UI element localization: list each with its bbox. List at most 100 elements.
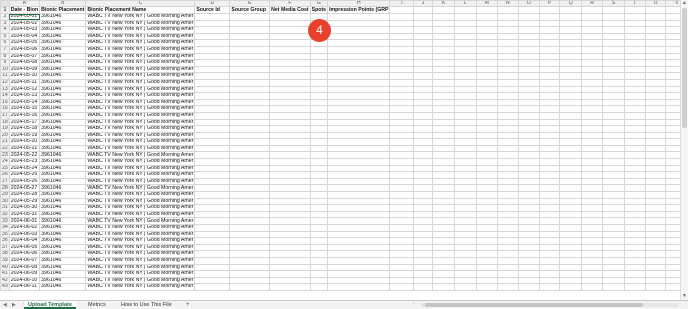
cell[interactable] [413,39,433,47]
cell[interactable]: 2024-05-27 [8,184,41,193]
cell[interactable] [517,118,540,127]
cell[interactable]: 3961046 [39,276,87,285]
cell[interactable] [475,230,499,239]
cell[interactable] [623,191,646,199]
cell[interactable] [580,26,604,34]
cell[interactable] [229,250,271,258]
cell[interactable] [413,92,433,100]
cell[interactable] [413,111,433,120]
cell[interactable]: WABC TV New York NY | Good Morning Amer [85,65,196,74]
cell[interactable] [644,78,667,87]
cell[interactable] [431,13,456,21]
cell[interactable] [475,92,499,100]
cell[interactable]: 2024-06-10 [8,276,41,285]
cell[interactable]: WABC TV New York NY | Good Morning Amer [85,217,196,225]
cell[interactable] [475,125,499,133]
row-number[interactable]: 20 [0,131,10,140]
vertical-scroll-thumb[interactable] [682,8,687,128]
cell[interactable]: 2024-05-14 [8,98,41,107]
cell[interactable] [644,59,667,67]
cell[interactable] [431,230,456,239]
cell[interactable] [580,85,604,94]
cell[interactable] [194,59,231,67]
cell[interactable] [644,125,667,133]
cell[interactable] [538,164,561,173]
cell[interactable] [497,283,519,291]
cell[interactable] [623,92,646,100]
cell[interactable] [517,32,540,41]
cell[interactable] [602,217,625,225]
cell[interactable] [431,151,456,160]
cell[interactable] [644,158,667,166]
cell[interactable] [623,26,646,34]
cell[interactable] [229,197,271,206]
row-number[interactable]: 31 [0,204,10,212]
cell[interactable] [269,250,311,258]
cell[interactable] [497,85,519,94]
cell[interactable] [229,26,271,34]
cell[interactable] [309,158,329,166]
cell[interactable] [431,118,456,127]
cell[interactable] [602,283,625,291]
row-number[interactable]: 13 [0,85,10,94]
cell[interactable]: WABC TV New York NY | Good Morning Amer [85,283,196,291]
cell[interactable] [580,118,604,127]
cell[interactable] [644,131,667,140]
cell[interactable] [580,243,604,252]
cell[interactable] [517,263,540,272]
cell[interactable] [475,164,499,173]
cell[interactable] [580,263,604,272]
cell[interactable] [644,26,667,34]
cell[interactable] [454,45,477,54]
row-number[interactable]: 40 [0,263,10,272]
cell[interactable] [309,237,329,245]
cell[interactable] [431,283,456,291]
cell[interactable] [559,243,582,252]
cell[interactable]: 3961046 [39,158,87,166]
cell[interactable] [623,85,646,94]
cell[interactable] [269,138,311,146]
cell[interactable] [269,197,311,206]
cell[interactable] [559,6,582,14]
cell[interactable] [580,204,604,212]
cell[interactable] [269,224,311,232]
cell[interactable] [475,256,499,265]
cell[interactable] [559,72,582,80]
cell[interactable] [623,204,646,212]
cell[interactable] [517,164,540,173]
cell[interactable]: WABC TV New York NY | Good Morning Amer [85,144,196,153]
cell[interactable] [229,164,271,173]
cell[interactable] [309,276,329,285]
cell[interactable] [229,92,271,100]
cell[interactable] [454,144,477,153]
cell[interactable]: 2024-05-06 [8,45,41,54]
cell[interactable] [538,19,561,28]
cell[interactable] [602,72,625,80]
cell[interactable] [475,191,499,199]
cell[interactable] [623,78,646,87]
horizontal-scroll-thumb[interactable] [425,303,643,307]
cell[interactable] [538,32,561,41]
cell[interactable] [517,52,540,61]
cell[interactable] [327,276,391,285]
cell[interactable] [194,78,231,87]
cell[interactable] [517,151,540,160]
cell[interactable] [309,144,329,153]
cell[interactable]: 2024-05-03 [8,26,41,34]
cell[interactable] [454,191,477,199]
cell[interactable] [454,59,477,67]
cell[interactable] [389,98,415,107]
cell[interactable] [580,32,604,41]
cell[interactable] [431,111,456,120]
cell[interactable] [269,13,311,21]
cell[interactable] [623,105,646,113]
cell[interactable] [431,256,456,265]
cell[interactable] [538,276,561,285]
cell[interactable] [194,177,231,186]
cell[interactable] [389,158,415,166]
cell[interactable] [559,26,582,34]
cell[interactable] [644,263,667,272]
cell[interactable]: 2024-06-08 [8,263,41,272]
cell[interactable] [580,256,604,265]
cell[interactable] [559,125,582,133]
